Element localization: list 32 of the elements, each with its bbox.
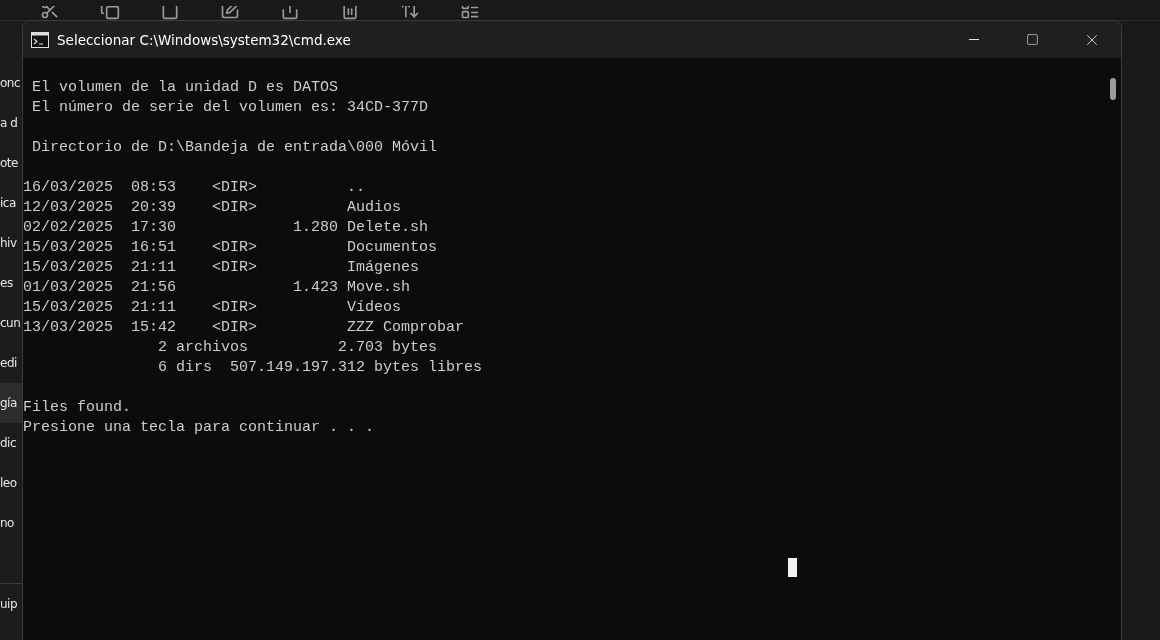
sidebar-item[interactable]: a d: [0, 103, 22, 143]
maximize-icon: [1026, 33, 1039, 46]
sidebar-item[interactable]: dic: [0, 423, 22, 463]
text-cursor: [788, 558, 797, 577]
sidebar-item[interactable]: hiv: [0, 223, 22, 263]
console-line: 2 archivos 2.703 bytes: [157, 338, 439, 358]
console-line: 02/02/2025 17:30 1.280 Delete.sh: [23, 218, 430, 238]
console-line: 6 dirs 507.149.197.312 bytes libres: [157, 358, 484, 378]
console-app-icon: [31, 31, 49, 48]
console-line: Files found.: [23, 398, 133, 418]
sidebar-item[interactable]: cun: [0, 303, 22, 343]
sidebar-item[interactable]: leo: [0, 463, 22, 503]
console-line: Directorio de D:\Bandeja de entrada\000 Móvil: [31, 138, 439, 158]
sidebar-item[interactable]: ica: [0, 183, 22, 223]
console-line: 16/03/2025 08:53 <DIR> ..: [23, 178, 367, 198]
console-line: 12/03/2025 20:39 <DIR> Audios: [23, 198, 403, 218]
console-line: El número de serie del volumen es: 34CD-377D: [31, 98, 430, 118]
console-line: 15/03/2025 21:11 <DIR> Vídeos: [23, 298, 403, 318]
sidebar-item[interactable]: ote: [0, 143, 22, 183]
sidebar-item[interactable]: onc: [0, 63, 22, 103]
sidebar-item[interactable]: no: [0, 503, 22, 543]
window-title: Seleccionar C:\Windows\system32\cmd.exe: [57, 31, 352, 48]
sidebar-item[interactable]: edi: [0, 343, 22, 383]
console-line: El volumen de la unidad D es DATOS: [31, 78, 340, 98]
console-line: 15/03/2025 21:11 <DIR> Imágenes: [23, 258, 421, 278]
sidebar-item[interactable]: es: [0, 263, 22, 303]
sidebar-item[interactable]: gía: [0, 383, 22, 423]
console-line: 15/03/2025 16:51 <DIR> Documentos: [23, 238, 439, 258]
console-line: 01/03/2025 21:56 1.423 Move.sh: [23, 278, 412, 298]
minimize-icon: [968, 39, 979, 40]
console-line: Presione una tecla para continuar . . .: [23, 418, 376, 438]
console-line: 13/03/2025 15:42 <DIR> ZZZ Comprobar: [23, 318, 466, 338]
